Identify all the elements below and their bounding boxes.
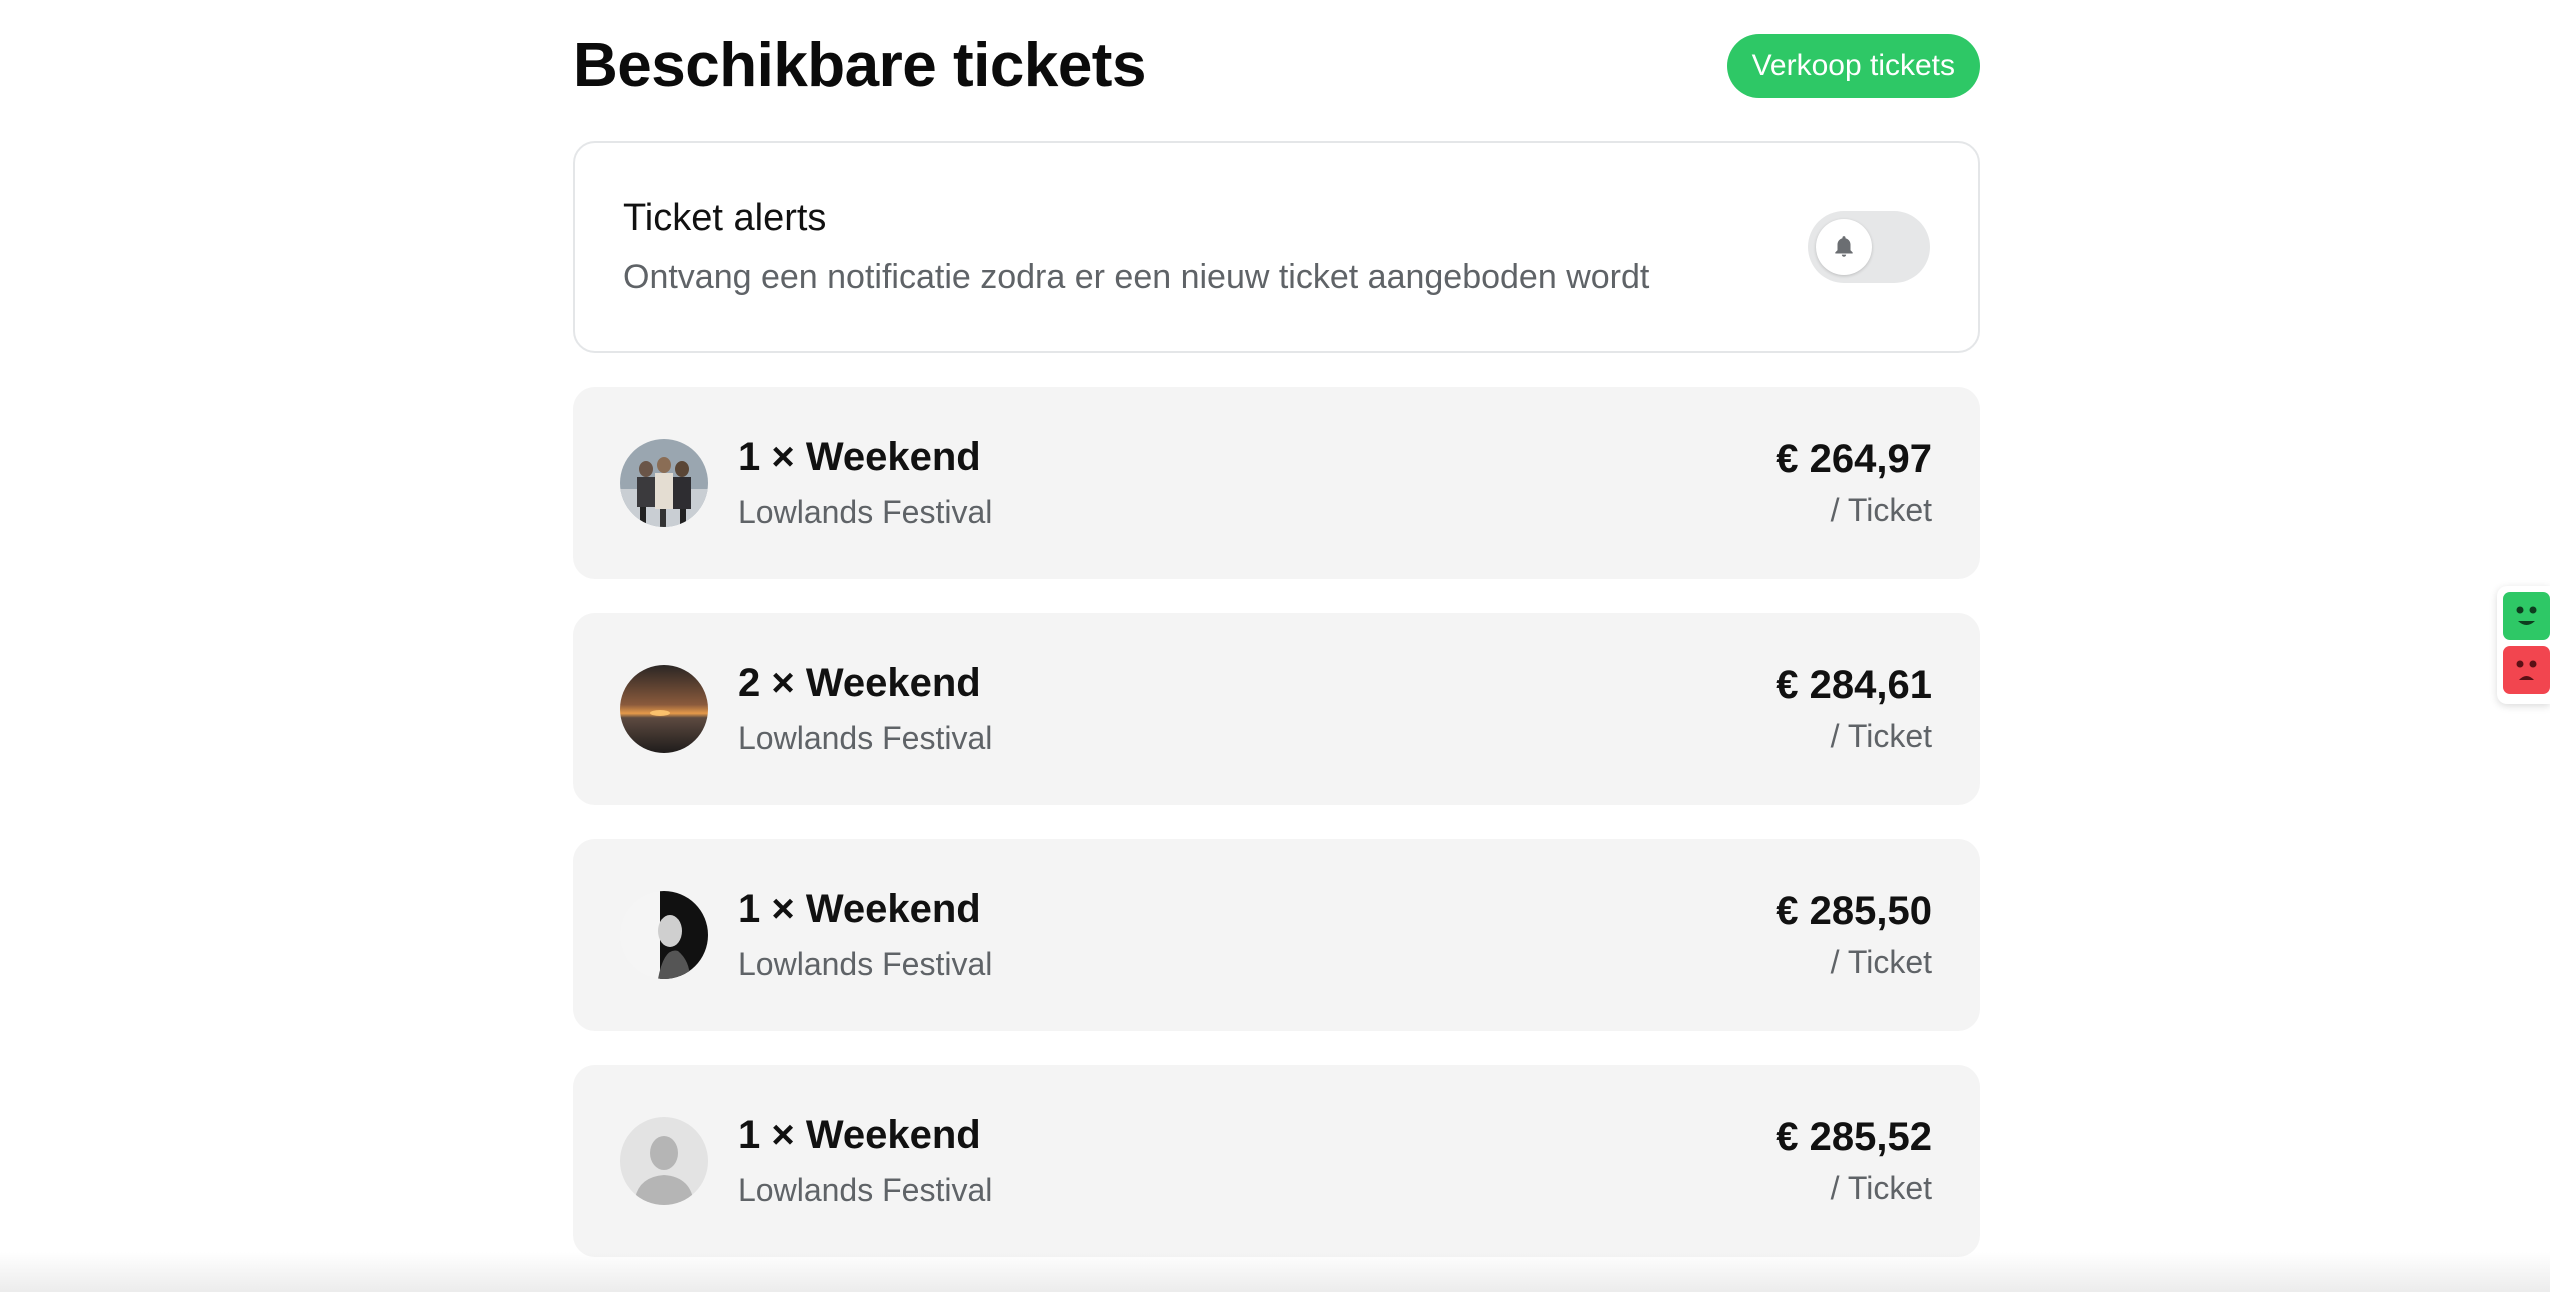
- ticket-row[interactable]: 1 × Weekend Lowlands Festival € 285,50 /…: [573, 839, 1980, 1031]
- ticket-alerts-description: Ontvang een notificatie zodra er een nie…: [623, 258, 1650, 296]
- ticket-price-block: € 285,50 / Ticket: [1776, 889, 1932, 981]
- ticket-info: 2 × Weekend Lowlands Festival: [738, 661, 1776, 757]
- ticket-event-name: Lowlands Festival: [738, 946, 993, 982]
- seller-avatar: [620, 665, 708, 753]
- ticket-row[interactable]: 1 × Weekend Lowlands Festival € 285,52 /…: [573, 1065, 1980, 1257]
- page-title: Beschikbare tickets: [573, 30, 1146, 100]
- ticket-alerts-text: Ticket alerts Ontvang een notificatie zo…: [623, 197, 1649, 297]
- ticket-title: 1 × Weekend: [738, 435, 981, 479]
- ticket-title: 1 × Weekend: [738, 887, 981, 931]
- ticket-price: € 285,52: [1776, 1115, 1932, 1159]
- ticket-price-unit: / Ticket: [1830, 492, 1932, 528]
- ticket-row[interactable]: 1 × Weekend Lowlands Festival € 264,97 /…: [573, 387, 1980, 579]
- ticket-price-block: € 285,52 / Ticket: [1776, 1115, 1932, 1207]
- ticket-info: 1 × Weekend Lowlands Festival: [738, 887, 1776, 983]
- bell-icon: [1835, 236, 1853, 257]
- ticket-price-unit: / Ticket: [1830, 718, 1932, 754]
- ticket-price-unit: / Ticket: [1830, 944, 1932, 980]
- ticket-info: 1 × Weekend Lowlands Festival: [738, 1113, 1776, 1209]
- ticket-price: € 285,50: [1776, 889, 1932, 933]
- feedback-sad-button[interactable]: [2503, 646, 2550, 694]
- ticket-price: € 264,97: [1776, 437, 1932, 481]
- ticket-price: € 284,61: [1776, 663, 1932, 707]
- ticket-price-block: € 284,61 / Ticket: [1776, 663, 1932, 755]
- page-header: Beschikbare tickets Verkoop tickets: [573, 0, 1980, 136]
- seller-avatar: [620, 439, 708, 527]
- ticket-alerts-toggle[interactable]: [1808, 211, 1930, 283]
- ticket-price-unit: / Ticket: [1830, 1170, 1932, 1206]
- seller-avatar: [620, 891, 708, 979]
- ticket-row[interactable]: 2 × Weekend Lowlands Festival € 284,61 /…: [573, 613, 1980, 805]
- page: Beschikbare tickets Verkoop tickets Tick…: [0, 0, 2550, 1292]
- bottom-fade: [0, 1252, 2550, 1292]
- happy-face-icon: [2516, 606, 2537, 625]
- ticket-event-name: Lowlands Festival: [738, 720, 993, 756]
- main-container: Beschikbare tickets Verkoop tickets Tick…: [573, 0, 1980, 1291]
- feedback-happy-button[interactable]: [2503, 592, 2550, 640]
- ticket-list: 1 × Weekend Lowlands Festival € 264,97 /…: [573, 387, 1980, 1257]
- default-user-icon: [620, 1117, 708, 1205]
- ticket-event-name: Lowlands Festival: [738, 1172, 993, 1208]
- toggle-knob: [1816, 219, 1872, 275]
- ticket-info: 1 × Weekend Lowlands Festival: [738, 435, 1776, 531]
- ticket-alerts-title: Ticket alerts: [623, 197, 827, 239]
- ticket-price-block: € 264,97 / Ticket: [1776, 437, 1932, 529]
- ticket-alerts-card: Ticket alerts Ontvang een notificatie zo…: [573, 141, 1980, 353]
- ticket-title: 2 × Weekend: [738, 661, 981, 705]
- sad-face-icon: [2516, 660, 2537, 680]
- ticket-event-name: Lowlands Festival: [738, 494, 993, 530]
- feedback-widget: [2497, 586, 2550, 704]
- sell-tickets-button[interactable]: Verkoop tickets: [1726, 34, 1980, 98]
- ticket-title: 1 × Weekend: [738, 1113, 981, 1157]
